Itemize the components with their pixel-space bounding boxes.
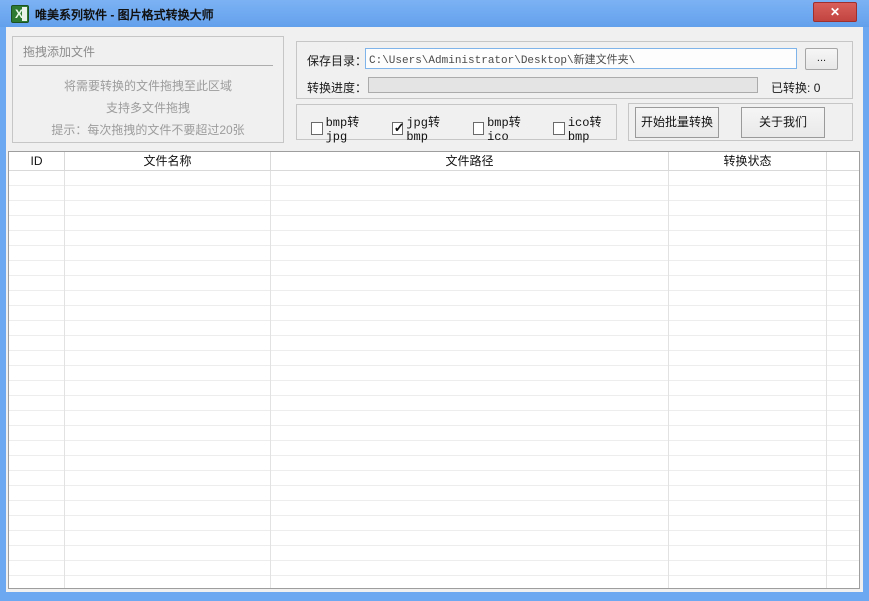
drop-zone-hint-2: 支持多文件拖拽 [13,99,283,116]
drop-zone-hint-1: 将需要转换的文件拖拽至此区域 [13,77,283,94]
converted-count: 已转换: 0 [771,79,820,96]
drop-zone-title: 拖拽添加文件 [23,43,95,60]
checkbox-bmp转ico[interactable]: bmp转ico [473,113,536,144]
app-icon: X [11,5,29,23]
window-border-left [0,27,6,601]
checkbox-label: bmp转jpg [326,113,374,144]
checkbox-bmp转jpg[interactable]: bmp转jpg [311,113,374,144]
checkbox-unchecked-icon[interactable] [553,122,565,135]
checkbox-label: ico转bmp [568,113,616,144]
checkbox-label: jpg转bmp [406,113,454,144]
drop-zone-hint-3: 提示：每次拖拽的文件不要超过20张 [13,121,283,138]
title-bar[interactable]: X 唯美系列软件 - 图片格式转换大师 ✕ [0,0,869,27]
column-header-ID[interactable]: ID [9,152,65,170]
checkbox-ico转bmp[interactable]: ico转bmp [553,113,616,144]
file-table: ID文件名称文件路径转换状态 [8,151,860,589]
checkbox-checked-icon[interactable] [392,122,404,135]
about-us-button[interactable]: 关于我们 [741,107,825,138]
file-table-body[interactable] [9,171,859,588]
table-column [9,171,65,588]
converted-label: 已转换: [771,81,810,95]
progress-label: 转换进度： [307,79,367,96]
drop-zone[interactable]: 拖拽添加文件 将需要转换的文件拖拽至此区域 支持多文件拖拽 提示：每次拖拽的文件… [12,36,284,143]
actions-group: 开始批量转换 关于我们 [628,103,853,141]
app-window: X 唯美系列软件 - 图片格式转换大师 ✕ 拖拽添加文件 将需要转换的文件拖拽至… [0,0,869,601]
table-column [271,171,669,588]
checkbox-unchecked-icon[interactable] [473,122,485,135]
column-header-spacer[interactable] [827,152,859,170]
column-header-转换状态[interactable]: 转换状态 [669,152,827,170]
column-header-文件名称[interactable]: 文件名称 [65,152,271,170]
conversion-options-group: bmp转jpgjpg转bmpbmp转icoico转bmp [296,104,617,140]
column-header-文件路径[interactable]: 文件路径 [271,152,669,170]
progress-bar [368,77,758,93]
checkbox-row: bmp转jpg jpg转bmp bmp转ico ico转bmp [311,113,616,144]
checkbox-label: bmp转ico [487,113,535,144]
save-dir-label: 保存目录： [307,52,367,69]
table-column [669,171,827,588]
window-border-right [863,27,869,601]
drop-zone-divider [19,65,273,66]
save-dir-input[interactable] [365,48,797,69]
checkbox-jpg转bmp[interactable]: jpg转bmp [392,113,455,144]
converted-value: 0 [814,81,821,95]
table-column [65,171,271,588]
window-title: 唯美系列软件 - 图片格式转换大师 [35,6,214,23]
save-progress-group: 保存目录： ... 转换进度： 已转换: 0 [296,41,853,99]
close-button[interactable]: ✕ [813,2,857,22]
table-column [827,171,859,588]
start-batch-convert-button[interactable]: 开始批量转换 [635,107,719,138]
checkbox-unchecked-icon[interactable] [311,122,323,135]
file-table-header: ID文件名称文件路径转换状态 [9,152,859,171]
browse-button[interactable]: ... [805,48,838,70]
window-border-bottom [0,592,869,601]
